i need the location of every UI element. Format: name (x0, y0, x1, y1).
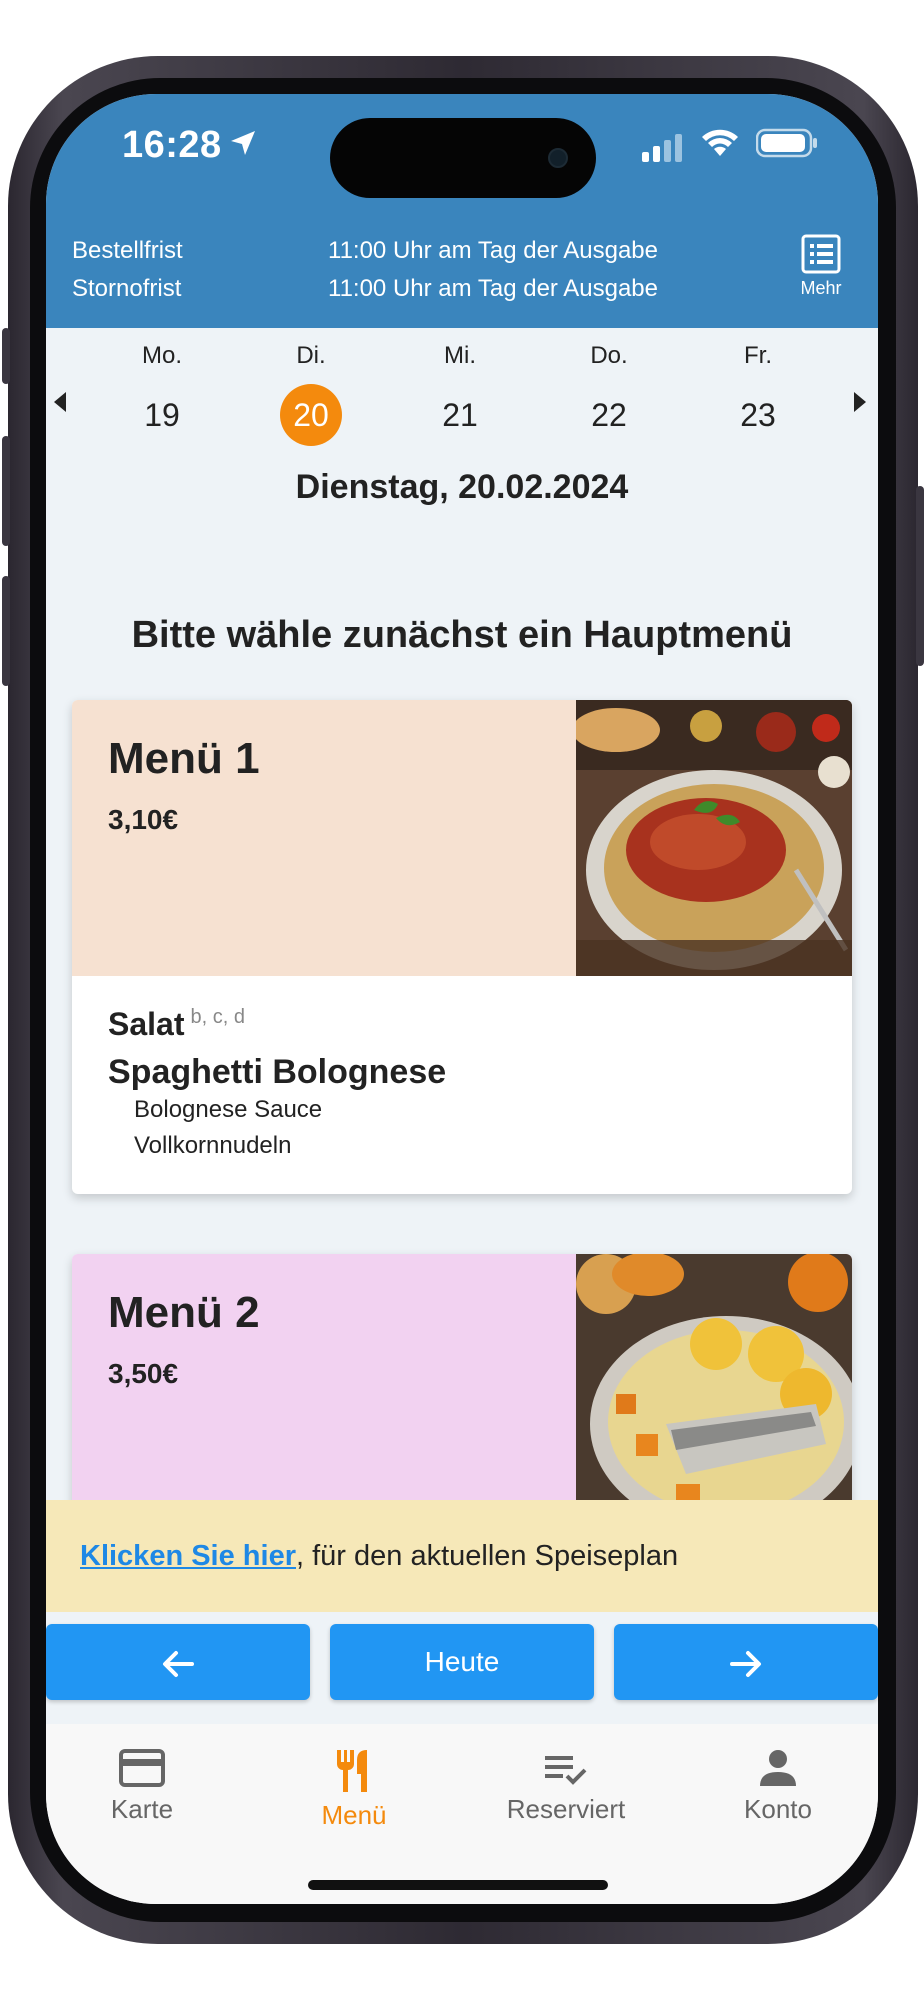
menu-price: 3,50€ (108, 1358, 179, 1389)
day-monday[interactable]: Mo. 19 (122, 342, 202, 446)
notice-suffix: , für den aktuellen Speiseplan (296, 1540, 679, 1572)
side-dish-name: Salat (108, 1006, 185, 1042)
app-screen: 16:28 Bestellfrist Stornofrist 11:00 Uhr… (46, 94, 878, 1904)
day-date: 21 (442, 397, 478, 433)
today-button[interactable]: Heute (330, 1624, 594, 1700)
day-name: Fr. (744, 342, 772, 369)
day-name: Mi. (444, 342, 476, 369)
spaghetti-bolognese-photo (576, 700, 852, 976)
side-dish: Salat b, c, d (108, 1006, 816, 1043)
volume-down-button (2, 576, 10, 686)
arrow-right-icon (730, 1650, 761, 1677)
notice-text: Klicken Sie hier, für den aktuellen Spei… (80, 1540, 678, 1573)
tab-karte[interactable]: Karte (62, 1748, 222, 1825)
prev-week-icon[interactable] (54, 392, 66, 412)
mute-switch (2, 328, 10, 384)
schedule-notice: Klicken Sie hier, für den aktuellen Spei… (46, 1500, 878, 1612)
order-deadline-value: 11:00 Uhr am Tag der Ausgabe (328, 237, 658, 264)
cellular-signal-icon (642, 134, 682, 162)
prev-day-button[interactable] (46, 1624, 310, 1700)
menu-card-2[interactable]: Menü 2 3,50€ (72, 1254, 852, 1530)
list-icon (801, 234, 841, 274)
next-day-button[interactable] (614, 1624, 878, 1700)
day-tuesday[interactable]: Di. 20 (271, 342, 351, 446)
day-date: 22 (591, 397, 627, 433)
home-indicator[interactable] (308, 1880, 608, 1890)
more-button[interactable]: Mehr (788, 234, 854, 299)
tab-label: Menü (321, 1800, 387, 1830)
tab-label: Reserviert (506, 1794, 626, 1824)
day-name: Do. (590, 342, 628, 369)
day-name: Di. (296, 342, 326, 369)
tab-label: Konto (744, 1794, 812, 1824)
fish-pumpkin-photo (576, 1254, 852, 1530)
tab-reserviert[interactable]: Reserviert (486, 1748, 646, 1825)
deadline-labels: Bestellfrist Stornofrist (72, 232, 183, 308)
next-week-icon[interactable] (854, 392, 866, 412)
menu-prompt: Bitte wähle zunächst ein Hauptmenü (131, 614, 793, 656)
allergen-codes: b, c, d (190, 1006, 245, 1029)
menu-card-header: Menü 1 3,10€ (72, 700, 852, 976)
menu-card-1[interactable]: Menü 1 3,10€ Salat b, c, d Spaghetti Bol… (72, 700, 852, 1194)
cutlery-icon (337, 1750, 367, 1792)
arrow-left-icon (163, 1650, 194, 1677)
menu-card-body: Salat b, c, d Spaghetti Bolognese Bologne… (72, 976, 852, 1194)
camera-icon (548, 148, 568, 168)
tab-label: Karte (110, 1794, 174, 1824)
volume-up-button (2, 436, 10, 546)
menu-price: 3,10€ (108, 804, 179, 835)
component-item: Bolognese Sauce (134, 1096, 323, 1123)
dynamic-island (330, 118, 596, 198)
location-arrow-icon (231, 131, 255, 155)
list-check-icon (545, 1756, 587, 1785)
card-icon (119, 1749, 165, 1787)
more-label: Mehr (800, 278, 842, 298)
wifi-icon (702, 129, 738, 156)
order-deadline-label: Bestellfrist (72, 237, 183, 264)
main-dish: Spaghetti Bolognese (108, 1053, 447, 1091)
power-button (916, 486, 924, 666)
battery-icon (756, 128, 817, 158)
day-thursday[interactable]: Do. 22 (569, 342, 649, 446)
day-date-selected: 20 (280, 384, 342, 446)
menu-name: Menü 1 (108, 734, 260, 783)
status-time: 16:28 (122, 124, 222, 166)
week-selector: Mo. 19 Di. 20 Mi. 21 Do. 22 Fr. 23 (46, 328, 878, 468)
day-date: 19 (144, 397, 180, 433)
day-date: 23 (740, 397, 776, 433)
bottom-tab-bar: Karte Menü Reserviert Konto (46, 1724, 878, 1904)
menu-name: Menü 2 (108, 1288, 260, 1337)
component-item: Vollkornnudeln (134, 1132, 292, 1159)
cancel-deadline-value: 11:00 Uhr am Tag der Ausgabe (328, 275, 658, 302)
day-navigation: Heute (46, 1624, 878, 1700)
tab-konto[interactable]: Konto (698, 1748, 858, 1825)
person-icon (760, 1750, 796, 1786)
day-name: Mo. (141, 342, 182, 369)
selected-date-label: Dienstag, 20.02.2024 (295, 468, 629, 506)
schedule-link[interactable]: Klicken Sie hier (80, 1540, 296, 1572)
day-wednesday[interactable]: Mi. 21 (420, 342, 500, 446)
menu-card-header: Menü 2 3,50€ (72, 1254, 852, 1530)
tab-menu[interactable]: Menü (274, 1748, 434, 1831)
deadline-values: 11:00 Uhr am Tag der Ausgabe 11:00 Uhr a… (328, 232, 658, 308)
day-friday[interactable]: Fr. 23 (718, 342, 798, 446)
cancel-deadline-label: Stornofrist (72, 275, 182, 302)
